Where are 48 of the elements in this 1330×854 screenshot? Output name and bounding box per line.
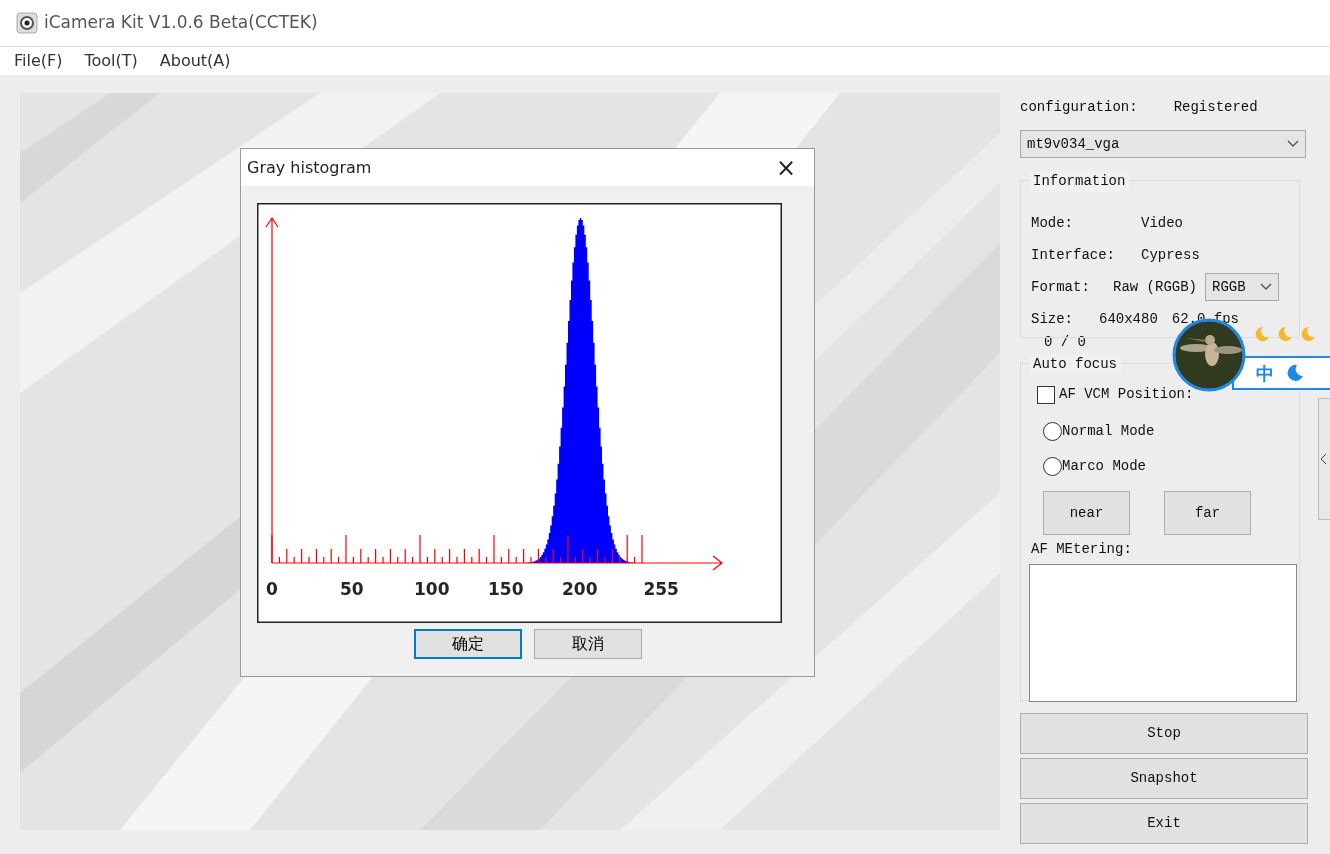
dialog-button[interactable]: 取消 [533, 629, 642, 659]
moon-icon [1300, 326, 1316, 342]
field-label: AF MEtering: [1031, 540, 1133, 559]
menu-item[interactable]: Tool(T) [84, 49, 138, 73]
app-icon [16, 12, 38, 34]
field-label: configuration: [1020, 98, 1138, 117]
field-label: Size: [1031, 309, 1074, 329]
chevron-icon [1260, 283, 1272, 291]
moon-icon [1254, 326, 1270, 342]
chevron-left-icon [1319, 453, 1327, 465]
menu-item[interactable]: About(A) [159, 49, 231, 73]
action-button[interactable]: Stop [1020, 713, 1308, 754]
field-value: Video [1141, 213, 1183, 233]
radio-label: Normal Mode [1062, 422, 1155, 441]
dialog-title: Gray histogram [247, 156, 372, 179]
checkbox[interactable] [1037, 385, 1055, 404]
menu-item[interactable]: File(F) [14, 49, 63, 73]
field-value: Raw (RGGB) [1113, 277, 1197, 297]
axis-label: 255 [643, 578, 679, 601]
focus-button[interactable]: far [1164, 491, 1251, 535]
action-button[interactable]: Exit [1020, 803, 1308, 844]
axis-label: 0 [266, 578, 278, 601]
status-text: Registered [1173, 98, 1258, 117]
chevron-icon [1287, 140, 1299, 148]
close-button[interactable]: × [763, 149, 808, 186]
metering-field[interactable] [1029, 564, 1297, 702]
sensor-dropdown[interactable]: mt9v034_vga [1020, 130, 1306, 158]
field-label: Interface: [1031, 245, 1116, 265]
axis-label: 150 [488, 578, 524, 601]
format-dropdown[interactable]: RGGB [1205, 273, 1279, 301]
axis-label: 200 [562, 578, 598, 601]
field-value: 640x480 [1099, 309, 1158, 329]
field-label: Format: [1031, 277, 1091, 297]
ime-mode-text: 中 [1256, 361, 1274, 386]
moon-icon[interactable] [1286, 364, 1304, 382]
radio-button[interactable] [1043, 457, 1062, 476]
checkbox-label: AF VCM Position: [1059, 385, 1194, 404]
field-label: Mode: [1031, 213, 1074, 233]
axis-label: 50 [340, 578, 364, 601]
action-button[interactable]: Snapshot [1020, 758, 1308, 799]
axis-label: 100 [414, 578, 450, 601]
radio-label: Marco Mode [1062, 457, 1146, 476]
field-value: Cypress [1141, 245, 1200, 265]
window-title: iCamera Kit V1.0.6 Beta(CCTEK) [44, 11, 318, 35]
focus-button[interactable]: near [1043, 491, 1130, 535]
moon-icon [1277, 326, 1293, 342]
radio-button[interactable] [1043, 422, 1062, 441]
dialog-button[interactable]: 确定 [413, 629, 522, 659]
